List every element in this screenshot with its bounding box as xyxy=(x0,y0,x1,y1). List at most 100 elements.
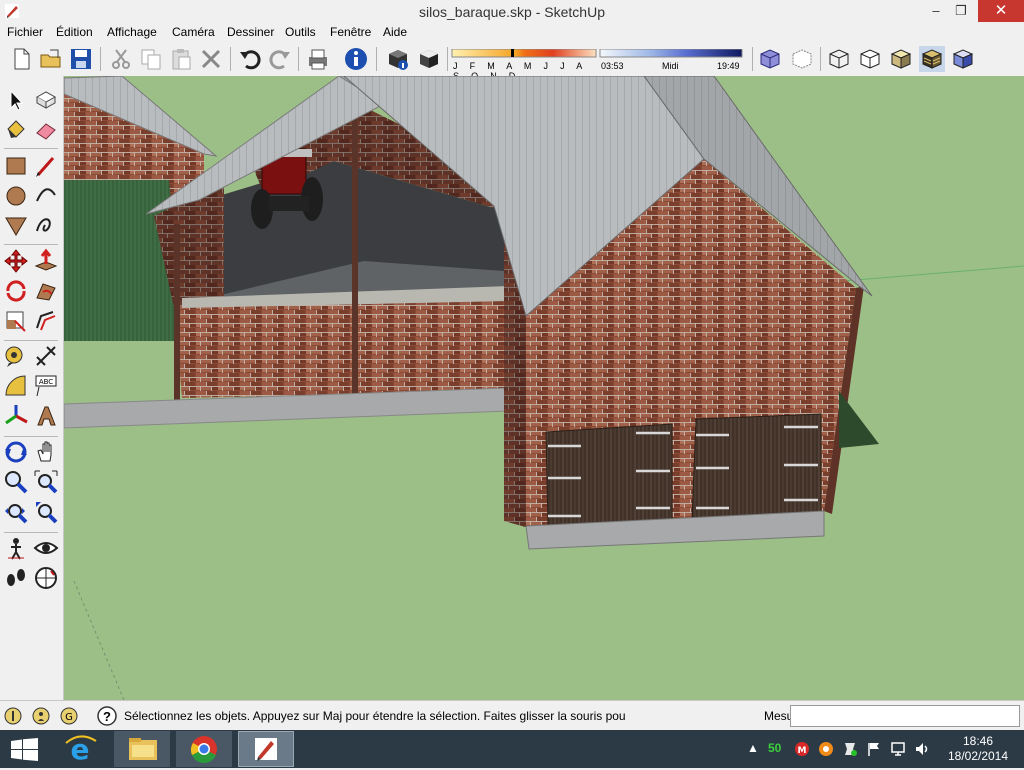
tray-flag-icon[interactable] xyxy=(866,741,882,757)
orbit-icon[interactable] xyxy=(3,439,29,465)
section-plane-icon[interactable] xyxy=(33,565,59,591)
credits-icon[interactable] xyxy=(31,706,51,726)
menu-fichier[interactable]: Fichier xyxy=(7,25,43,39)
protractor-icon[interactable] xyxy=(3,373,29,399)
toolbar-separator xyxy=(298,47,299,71)
building-shadow xyxy=(839,391,879,448)
walk-icon[interactable] xyxy=(3,565,29,591)
folder-icon xyxy=(129,738,157,760)
undo-icon[interactable] xyxy=(237,46,263,72)
model-viewport[interactable] xyxy=(64,76,1024,700)
file-explorer-button[interactable] xyxy=(114,731,170,767)
menu-fenetre[interactable]: Fenêtre xyxy=(330,25,371,39)
paste-icon[interactable] xyxy=(168,46,194,72)
window-title: silos_baraque.skp - SketchUp xyxy=(419,4,605,20)
toolbar-separator xyxy=(447,47,448,71)
measures-input[interactable] xyxy=(790,705,1020,727)
move-icon[interactable] xyxy=(3,248,29,274)
model-info-icon[interactable] xyxy=(343,46,369,72)
tray-security-icon[interactable] xyxy=(842,741,858,757)
menu-edition[interactable]: Édition xyxy=(56,25,93,39)
shadow-toggle-icon[interactable] xyxy=(416,46,442,72)
pan-icon[interactable] xyxy=(33,439,59,465)
menu-aide[interactable]: Aide xyxy=(383,25,407,39)
dimension-icon[interactable] xyxy=(33,343,59,369)
push-pull-icon[interactable] xyxy=(33,248,59,274)
shadow-month-slider[interactable]: J F M A M J J A S O N D xyxy=(451,47,597,81)
shadow-settings-icon[interactable] xyxy=(385,46,411,72)
scale-icon[interactable] xyxy=(3,308,29,334)
line-icon[interactable] xyxy=(33,153,59,179)
zoom-extents-icon[interactable] xyxy=(3,499,29,525)
tray-app-icon[interactable] xyxy=(818,741,834,757)
menu-outils[interactable]: Outils xyxy=(285,25,316,39)
polygon-icon[interactable] xyxy=(3,213,29,239)
account-icon[interactable]: G xyxy=(59,706,79,726)
freehand-icon[interactable] xyxy=(33,213,59,239)
shadow-time-slider[interactable]: 03:53 Midi 19:49 xyxy=(599,47,743,73)
tray-expand-icon[interactable]: ▲ xyxy=(747,741,759,757)
previous-view-icon[interactable] xyxy=(33,499,59,525)
windows-start-icon[interactable] xyxy=(11,738,39,762)
menu-affichage[interactable]: Affichage xyxy=(107,25,157,39)
menu-dessiner[interactable]: Dessiner xyxy=(227,25,274,39)
print-icon[interactable] xyxy=(305,46,331,72)
new-icon[interactable] xyxy=(8,46,34,72)
taskbar-clock[interactable]: 18:46 18/02/2014 xyxy=(940,734,1016,764)
open-icon[interactable] xyxy=(38,46,64,72)
sketchup-taskbar-icon xyxy=(255,738,277,761)
arc-icon[interactable] xyxy=(33,183,59,209)
back-edges-icon[interactable] xyxy=(789,46,815,72)
close-button[interactable]: ✕ xyxy=(978,0,1024,22)
make-component-icon[interactable] xyxy=(33,87,59,113)
3d-text-icon[interactable] xyxy=(33,403,59,429)
select-icon[interactable] xyxy=(3,87,29,113)
offset-icon[interactable] xyxy=(33,308,59,334)
sketchup-taskbar-button[interactable] xyxy=(238,731,294,767)
month-gradient-bar[interactable] xyxy=(451,49,597,59)
xray-icon[interactable] xyxy=(757,46,783,72)
time-gradient-bar[interactable] xyxy=(599,49,743,59)
axes-icon[interactable] xyxy=(3,403,29,429)
follow-me-icon[interactable] xyxy=(33,278,59,304)
wireframe-icon[interactable] xyxy=(826,46,852,72)
look-around-icon[interactable] xyxy=(33,535,59,561)
scene-canvas[interactable] xyxy=(64,76,1024,700)
zoom-window-icon[interactable] xyxy=(33,469,59,495)
eraser-icon[interactable] xyxy=(33,117,59,143)
geo-location-icon[interactable] xyxy=(3,706,23,726)
shaded-texture-icon[interactable] xyxy=(919,46,945,72)
toolbar-separator xyxy=(100,47,101,71)
copy-icon[interactable] xyxy=(138,46,164,72)
menu-camera[interactable]: Caméra xyxy=(172,25,215,39)
rotate-icon[interactable] xyxy=(3,278,29,304)
menu-bar: Fichier Édition Affichage Caméra Dessine… xyxy=(0,24,1024,43)
hidden-line-icon[interactable] xyxy=(857,46,883,72)
toolbar-separator xyxy=(820,47,821,71)
tray-mega-icon[interactable]: M xyxy=(794,741,810,757)
chrome-button[interactable] xyxy=(176,731,232,767)
tape-measure-icon[interactable] xyxy=(3,343,29,369)
save-icon[interactable] xyxy=(68,46,94,72)
tools-separator xyxy=(4,340,58,341)
maximize-button[interactable]: ❐ xyxy=(946,0,976,22)
tray-network-icon[interactable] xyxy=(890,741,906,757)
erase-icon[interactable] xyxy=(198,46,224,72)
rectangle-icon[interactable] xyxy=(3,153,29,179)
tray-count[interactable]: 50 xyxy=(768,741,781,757)
toolbar-separator xyxy=(376,47,377,71)
svg-text:ABC: ABC xyxy=(39,378,53,386)
tools-separator xyxy=(4,532,58,533)
internet-explorer-icon[interactable]: e xyxy=(52,731,108,767)
text-icon[interactable]: ABC xyxy=(33,373,59,399)
tray-volume-icon[interactable] xyxy=(914,741,930,757)
monochrome-icon[interactable] xyxy=(950,46,976,72)
redo-icon[interactable] xyxy=(267,46,293,72)
circle-icon[interactable] xyxy=(3,183,29,209)
cut-icon[interactable] xyxy=(108,46,134,72)
toolbar-separator xyxy=(230,47,231,71)
paint-bucket-icon[interactable] xyxy=(3,117,29,143)
shaded-icon[interactable] xyxy=(888,46,914,72)
zoom-icon[interactable] xyxy=(3,469,29,495)
position-camera-icon[interactable] xyxy=(3,535,29,561)
